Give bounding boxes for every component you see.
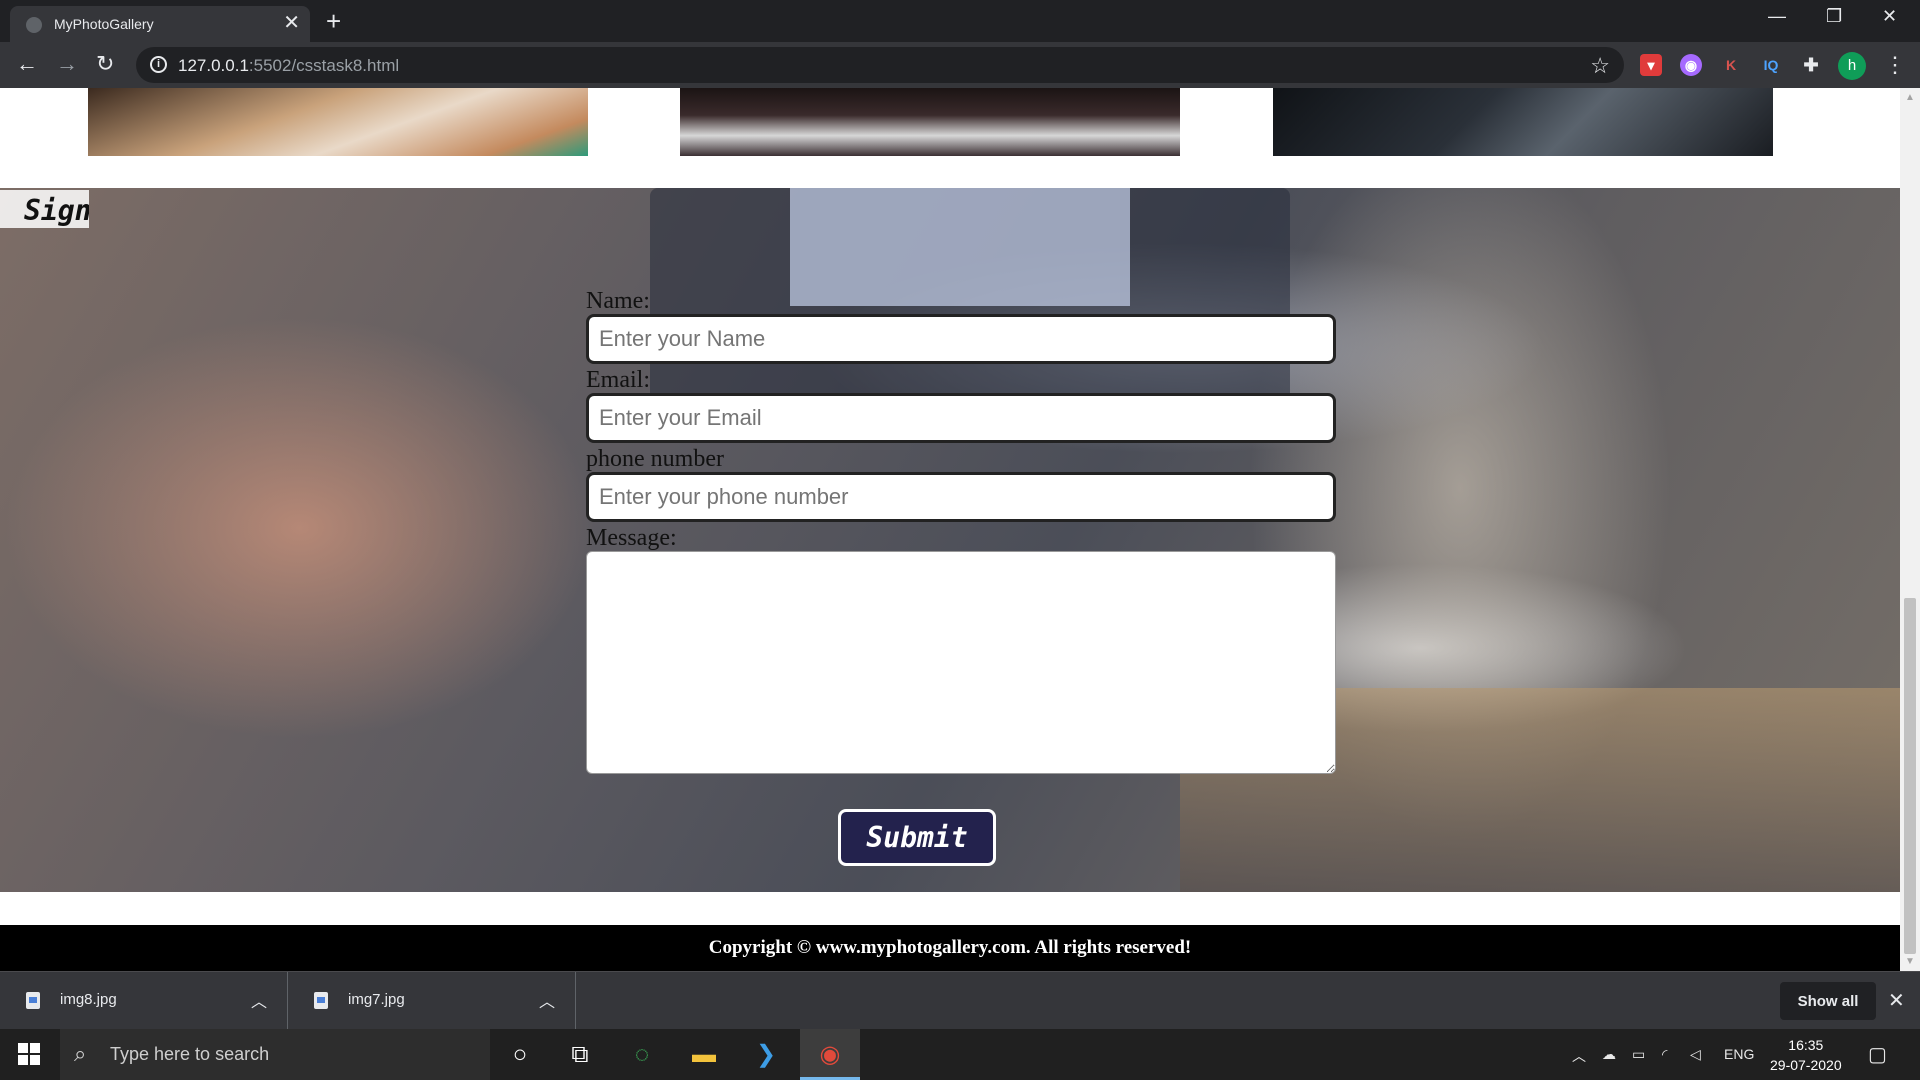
gallery-image-1 <box>88 88 588 156</box>
onedrive-icon[interactable]: ☁ <box>1602 1046 1616 1063</box>
gallery-image-3 <box>1273 88 1773 156</box>
close-window-icon[interactable]: ✕ <box>1882 6 1897 27</box>
task-view-icon[interactable]: ⧉ <box>550 1029 610 1080</box>
globe-extension-icon[interactable]: ◉ <box>1680 54 1702 76</box>
signup-heading: Sign Up <box>24 194 89 227</box>
search-icon: ⌕ <box>74 1041 87 1066</box>
clock-date: 29-07-2020 <box>1770 1057 1842 1073</box>
gallery-image-2 <box>680 88 1180 156</box>
browser-toolbar: ← → ↻ i 127.0.0.1:5502/csstask8.html ☆ ▾… <box>0 42 1920 88</box>
submit-button[interactable]: Submit <box>838 809 996 866</box>
page-scrollbar[interactable]: ▲ ▼ <box>1900 88 1920 971</box>
download-filename: img7.jpg <box>348 991 405 1008</box>
show-all-button[interactable]: Show all <box>1780 982 1876 1020</box>
chrome-icon[interactable]: ◉ <box>800 1029 860 1080</box>
refresh-app-icon[interactable]: ◌ <box>612 1029 672 1080</box>
scroll-up-arrow-icon[interactable]: ▲ <box>1905 92 1915 103</box>
email-input[interactable] <box>586 393 1336 443</box>
tray-chevron-up-icon[interactable]: ︿ <box>1572 1046 1586 1066</box>
menu-kebab-icon[interactable]: ⋮ <box>1884 52 1906 78</box>
download-filename: img8.jpg <box>60 991 117 1008</box>
url-path: :5502/csstask8.html <box>248 56 400 75</box>
phone-label: phone number <box>586 446 724 472</box>
vscode-icon[interactable]: ❯ <box>736 1029 796 1080</box>
reload-icon[interactable]: ↻ <box>96 52 114 76</box>
email-label: Email: <box>586 367 650 393</box>
downloads-bar: img8.jpg ︿ img7.jpg ︿ Show all ✕ <box>0 971 1920 1030</box>
language-indicator[interactable]: ENG <box>1724 1046 1754 1062</box>
file-explorer-icon[interactable]: ▬ <box>674 1029 734 1080</box>
iq-extension-icon[interactable]: IQ <box>1760 54 1782 76</box>
search-placeholder: Type here to search <box>110 1044 270 1064</box>
chevron-up-icon[interactable]: ︿ <box>539 988 555 1012</box>
volume-icon[interactable]: ◁ <box>1690 1046 1701 1063</box>
browser-tab-strip: MyPhotoGallery ✕ + — ❐ ✕ <box>0 0 1920 42</box>
puzzle-icon[interactable]: ✚ <box>1800 54 1822 76</box>
minimize-icon[interactable]: — <box>1768 6 1786 27</box>
windows-taskbar: ⌕ Type here to search ○ ⧉ ◌ ▬ ❯ ◉ ︿ ☁ ▭ … <box>0 1029 1920 1080</box>
cortana-icon[interactable]: ○ <box>490 1029 550 1080</box>
notifications-icon[interactable]: ▢ <box>1868 1042 1887 1067</box>
globe-favicon-icon <box>26 17 42 33</box>
tab-title: MyPhotoGallery <box>54 16 154 32</box>
clock-time: 16:35 <box>1788 1037 1824 1053</box>
close-tab-icon[interactable]: ✕ <box>283 12 300 34</box>
name-label: Name: <box>586 288 650 314</box>
info-icon[interactable]: i <box>150 56 167 73</box>
bookmark-star-icon[interactable]: ☆ <box>1590 53 1610 79</box>
wifi-icon[interactable]: ◜ <box>1662 1046 1667 1063</box>
download-item[interactable]: img8.jpg ︿ <box>0 972 288 1030</box>
profile-avatar[interactable]: h <box>1838 52 1866 80</box>
name-input[interactable] <box>586 314 1336 364</box>
windows-start-icon[interactable] <box>18 1043 40 1065</box>
image-file-icon <box>314 992 328 1009</box>
message-textarea[interactable] <box>586 551 1336 774</box>
url-host: 127.0.0.1 <box>178 56 249 75</box>
url-text[interactable]: 127.0.0.1:5502/csstask8.html <box>178 56 399 76</box>
close-downloads-icon[interactable]: ✕ <box>1888 988 1905 1013</box>
footer-copyright: Copyright © www.myphotogallery.com. All … <box>0 925 1900 971</box>
signup-section-background: Sign Up Name: Email: phone number Messag… <box>0 188 1900 892</box>
new-tab-icon[interactable]: + <box>326 8 341 34</box>
taskbar-search-box[interactable]: ⌕ Type here to search <box>60 1029 490 1080</box>
scroll-down-arrow-icon[interactable]: ▼ <box>1905 956 1915 967</box>
phone-input[interactable] <box>586 472 1336 522</box>
chevron-up-icon[interactable]: ︿ <box>251 988 267 1012</box>
forward-arrow-icon[interactable]: → <box>56 52 78 76</box>
download-item[interactable]: img7.jpg ︿ <box>288 972 576 1030</box>
scrollbar-thumb[interactable] <box>1904 598 1916 954</box>
clock[interactable]: 16:35 29-07-2020 <box>1770 1035 1842 1075</box>
pocket-icon[interactable]: ▾ <box>1640 54 1662 76</box>
restore-icon[interactable]: ❐ <box>1826 6 1842 27</box>
address-bar[interactable]: i 127.0.0.1:5502/csstask8.html ☆ <box>136 47 1624 83</box>
page-viewport: Sign Up Name: Email: phone number Messag… <box>0 88 1900 971</box>
back-arrow-icon[interactable]: ← <box>16 52 38 76</box>
battery-icon[interactable]: ▭ <box>1632 1046 1645 1063</box>
image-file-icon <box>26 992 40 1009</box>
signup-heading-box: Sign Up <box>0 190 89 228</box>
message-label: Message: <box>586 525 677 551</box>
contact-form: Name: Email: phone number Message: <box>586 288 1336 774</box>
tab-myphotogallery[interactable]: MyPhotoGallery ✕ <box>10 6 310 42</box>
k-extension-icon[interactable]: K <box>1720 54 1742 76</box>
